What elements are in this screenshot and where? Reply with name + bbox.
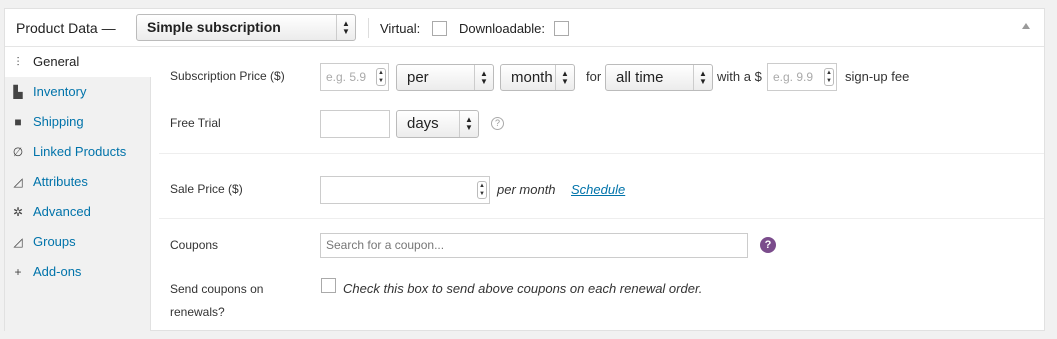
billing-period-select[interactable]: month ▲ ▼ [500, 64, 575, 91]
renewal-coupons-checkbox[interactable] [321, 278, 336, 293]
product-data-tabs: ⫶ General ▙ Inventory ■ Shipping ∅ Linked Pr… [5, 47, 152, 331]
sale-period-text: per month [497, 182, 556, 197]
virtual-checkbox[interactable] [432, 21, 447, 36]
downloadable-checkbox[interactable] [554, 21, 569, 36]
sale-price-label: Sale Price ($) [170, 182, 243, 196]
coupons-label: Coupons [170, 238, 219, 252]
subscription-price-input[interactable]: e.g. 5.9 ▲ ▼ [320, 63, 389, 91]
product-type-select[interactable]: Simple subscription ▲ ▼ [136, 14, 356, 41]
free-trial-period-select[interactable]: days ▲ ▼ [396, 110, 479, 138]
renewal-coupons-label-line1: Send coupons on [170, 282, 264, 296]
renewal-coupons-label-line2: renewals? [170, 305, 225, 319]
subscription-length-select[interactable]: all time ▲ ▼ [605, 64, 713, 91]
tab-shipping[interactable]: ■ Shipping [5, 107, 151, 137]
panel-title: Product Data — [16, 20, 116, 36]
tab-add-ons[interactable]: + Add-ons [5, 257, 151, 287]
stepper-icon[interactable]: ▲ ▼ [477, 181, 487, 199]
collapse-arrow-icon[interactable] [1022, 23, 1030, 29]
virtual-label: Virtual: [380, 21, 421, 36]
general-panel: Subscription Price ($) e.g. 5.9 ▲ ▼ per ▲… [151, 47, 1044, 331]
stepper-icon[interactable]: ▲ ▼ [376, 68, 386, 86]
stepper-icon[interactable]: ▲ ▼ [824, 68, 834, 86]
tab-inventory[interactable]: ▙ Inventory [5, 77, 151, 107]
subscription-price-label: Subscription Price ($) [170, 69, 285, 83]
divider [159, 153, 1044, 154]
tab-general[interactable]: ⫶ General [5, 47, 152, 77]
coupon-search-input[interactable]: Search for a coupon... [320, 233, 748, 258]
help-icon[interactable]: ? [760, 237, 776, 253]
product-data-panel: Product Data — Simple subscription ▲ ▼ Vi… [4, 8, 1045, 331]
tab-groups[interactable]: ◿ Groups [5, 227, 151, 257]
free-trial-label: Free Trial [170, 116, 221, 130]
renewal-coupons-description: Check this box to send above coupons on … [343, 281, 703, 296]
select-arrows-icon: ▲ ▼ [555, 65, 574, 90]
select-arrows-icon: ▲ ▼ [693, 65, 712, 90]
divider [368, 18, 369, 38]
for-label: for [586, 69, 602, 84]
free-trial-length-input[interactable] [320, 110, 390, 138]
tab-attributes[interactable]: ◿ Attributes [5, 167, 151, 197]
schedule-link[interactable]: Schedule [571, 182, 625, 197]
help-icon[interactable]: ? [491, 117, 504, 130]
product-type-value: Simple subscription [147, 19, 281, 35]
inventory-icon: ▙ [13, 85, 23, 99]
billing-interval-select[interactable]: per ▲ ▼ [396, 64, 494, 91]
signup-fee-prefix: with a $ [717, 69, 762, 84]
signup-fee-input[interactable]: e.g. 9.9 ▲ ▼ [767, 63, 837, 91]
select-arrows-icon: ▲ ▼ [459, 111, 478, 137]
sale-price-input[interactable]: ▲ ▼ [320, 176, 490, 204]
select-arrows-icon: ▲ ▼ [474, 65, 493, 90]
link-icon: ∅ [12, 145, 24, 159]
panel-header: Product Data — Simple subscription ▲ ▼ Vi… [5, 9, 1044, 47]
plus-icon: + [14, 265, 22, 279]
downloadable-label: Downloadable: [459, 21, 546, 36]
divider [159, 218, 1044, 219]
truck-icon: ■ [14, 115, 22, 129]
select-arrows-icon: ▲ ▼ [336, 15, 355, 40]
gear-icon: ✲ [12, 205, 24, 219]
signup-fee-suffix: sign-up fee [845, 69, 910, 84]
sliders-icon: ⫶ [16, 55, 20, 69]
attributes-icon: ◿ [13, 175, 23, 189]
tab-linked-products[interactable]: ∅ Linked Products [5, 137, 151, 167]
groups-icon: ◿ [13, 235, 23, 249]
tab-advanced[interactable]: ✲ Advanced [5, 197, 151, 227]
